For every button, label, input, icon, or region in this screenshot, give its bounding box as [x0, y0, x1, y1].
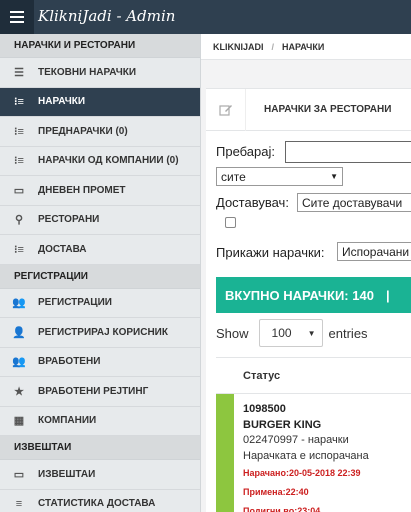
sidebar-item-registrations[interactable]: 👥 РЕГИСТРАЦИИ: [0, 289, 200, 318]
total-orders-text: ВКУПНО НАРАЧКИ: 140: [225, 287, 374, 303]
sidebar-section-registrations: РЕГИСТРАЦИИ: [0, 264, 200, 289]
total-orders-banner: ВКУПНО НАРАЧКИ: 140 |: [216, 277, 411, 313]
brand-title: KlikniJadi - Admin: [38, 7, 176, 25]
map-marker-icon: ⚲: [14, 214, 24, 227]
order-details: 1098500 BURGER KING 022470997 - нарачки …: [243, 402, 369, 512]
sidebar: НАРАЧКИ И РЕСТОРАНИ ☰ ТЕКОВНИ НАРАЧКИ ⁝≡ Н…: [0, 34, 201, 512]
list-icon: ☰: [14, 66, 24, 79]
panel-title: НАРАЧКИ ЗА РЕСТОРАНИ: [264, 104, 392, 115]
show-orders-label: Прикажи нарачки:: [216, 245, 325, 260]
bars-icon: ≡: [15, 497, 23, 510]
status-indicator: [216, 394, 234, 512]
money-icon: ▭: [13, 468, 25, 481]
users-icon: 👥: [12, 297, 26, 310]
entries-label: entries: [328, 325, 368, 341]
orders-panel: НАРАЧКИ ЗА РЕСТОРАНИ Пребарај: сите ▼ Дос…: [206, 88, 411, 512]
show-label: Show: [216, 325, 249, 341]
money-icon: ▭: [13, 184, 25, 197]
sidebar-item-delivery[interactable]: ⁝≡ ДОСТАВА: [0, 235, 200, 265]
entries-select[interactable]: 100 ▼: [258, 319, 323, 347]
panel-header: НАРАЧКИ ЗА РЕСТОРАНИ: [206, 88, 411, 131]
courier-select[interactable]: Сите доставувачи: [297, 193, 411, 212]
top-bar: KlikniJadi - Admin: [0, 0, 411, 34]
sidebar-item-preorders[interactable]: ⁝≡ ПРЕДНАРАЧКИ (0): [0, 117, 200, 147]
filter-checkbox[interactable]: [225, 217, 236, 228]
restaurant-name: BURGER KING: [243, 418, 322, 431]
city-select[interactable]: сите ▼: [216, 167, 343, 186]
sidebar-section-reports: ИЗВЕШТАИ: [0, 436, 200, 460]
search-label: Пребарај:: [216, 144, 275, 159]
total-orders-separator: |: [385, 287, 390, 303]
sidebar-item-company-orders[interactable]: ⁝≡ НАРАЧКИ ОД КОМПАНИИ (0): [0, 147, 200, 176]
received-time: Примена:22:40: [243, 487, 309, 497]
chevron-down-icon: ▼: [307, 328, 316, 338]
entries-length-control: Show 100 ▼ entries: [216, 318, 368, 348]
table-row[interactable]: 1098500 BURGER KING 022470997 - нарачки …: [216, 394, 411, 512]
sidebar-item-current-orders[interactable]: ☰ ТЕКОВНИ НАРАЧКИ: [0, 58, 200, 88]
sidebar-item-orders[interactable]: ⁝≡ НАРАЧКИ: [0, 87, 200, 117]
order-status: Нарачката е испорачана: [243, 449, 369, 462]
show-orders-select[interactable]: Испорачани: [337, 242, 411, 261]
user-icon: 👤: [12, 326, 26, 339]
sidebar-item-reports[interactable]: ▭ ИЗВЕШТАИ: [0, 460, 200, 490]
star-icon: ★: [14, 385, 24, 398]
orders-table: Статус 1098500 BURGER KING 022470997 - н…: [216, 357, 411, 512]
sidebar-section-orders: НАРАЧКИ И РЕСТОРАНИ: [0, 34, 200, 58]
ordered-time: Нарачано:20-05-2018 22:39: [243, 468, 361, 478]
chevron-down-icon: ▼: [330, 172, 338, 181]
sidebar-item-register-user[interactable]: 👤 РЕГИСТРИРАЈ КОРИСНИК: [0, 318, 200, 348]
menu-toggle-icon[interactable]: [0, 0, 34, 34]
breadcrumb-home[interactable]: KLIKNIJADI: [213, 42, 264, 52]
breadcrumb-separator: /: [271, 41, 275, 52]
list-ordered-icon: ⁝≡: [14, 96, 24, 109]
sidebar-item-companies[interactable]: ▦ КОМПАНИИ: [0, 407, 200, 436]
order-id: 1098500: [243, 403, 286, 415]
sidebar-item-daily-turnover[interactable]: ▭ ДНЕВЕН ПРОМЕТ: [0, 176, 200, 206]
list-ordered-icon: ⁝≡: [14, 155, 24, 168]
users-icon: 👥: [12, 356, 26, 369]
breadcrumb: KLIKNIJADI / НАРАЧКИ: [201, 34, 411, 60]
list-ordered-icon: ⁝≡: [14, 125, 24, 138]
sidebar-item-delivery-stats[interactable]: ≡ СТАТИСТИКА ДОСТАВА: [0, 490, 200, 512]
restaurant-phone: 022470997 - нарачки: [243, 434, 349, 446]
courier-label: Доставувач:: [216, 195, 289, 210]
pickup-time: Подигни во:23:04: [243, 506, 321, 512]
building-icon: ▦: [13, 415, 25, 428]
breadcrumb-current: НАРАЧКИ: [282, 41, 325, 52]
list-ordered-icon: ⁝≡: [14, 243, 24, 256]
edit-icon: [206, 88, 246, 131]
sidebar-item-restaurants[interactable]: ⚲ РЕСТОРАНИ: [0, 206, 200, 235]
column-header-status[interactable]: Статус: [216, 358, 411, 394]
sidebar-item-employee-rating[interactable]: ★ ВРАБОТЕНИ РЕЈТИНГ: [0, 377, 200, 407]
sidebar-item-employees[interactable]: 👥 ВРАБОТЕНИ: [0, 348, 200, 377]
search-input[interactable]: [285, 141, 411, 163]
